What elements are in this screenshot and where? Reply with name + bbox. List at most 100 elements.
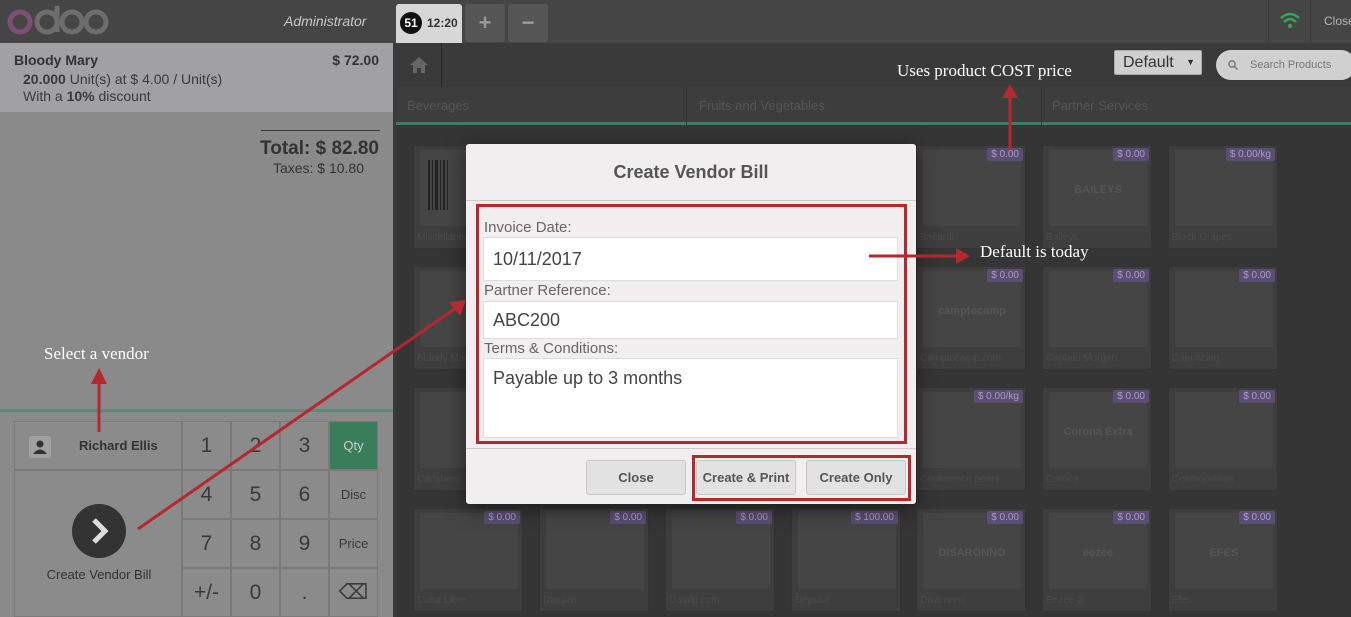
product-card[interactable]: Corona Extra $ 0.00 Corona	[1042, 387, 1152, 491]
search-placeholder: Search Products	[1250, 59, 1332, 71]
product-card[interactable]: BAILEYS $ 0.00 Baileys	[1042, 145, 1152, 249]
product-logo: BAILEYS	[1074, 184, 1122, 196]
product-price: $ 0.00	[1113, 390, 1149, 403]
partner-reference-field[interactable]: ABC200	[483, 301, 898, 339]
product-name: Datalp.com	[669, 595, 720, 606]
order-line-name: Bloody Mary	[14, 52, 99, 68]
product-name: Capuccino	[1172, 353, 1220, 364]
product-price: $ 0.00	[484, 511, 520, 524]
product-price: $ 0.00	[987, 269, 1023, 282]
mode-disc-button[interactable]: Disc	[329, 470, 378, 519]
numpad-key-1[interactable]: 1	[182, 421, 231, 470]
order-tab[interactable]: 51 12:20	[396, 4, 462, 43]
category-divider	[686, 87, 687, 125]
order-line-quantity: 20.000 Unit(s) at $ 4.00 / Unit(s)	[23, 71, 222, 87]
product-image	[923, 392, 1021, 468]
product-card[interactable]: camptocamp $ 0.00 Camptocamp.com	[916, 266, 1026, 370]
product-logo: DISARONNO	[938, 547, 1006, 559]
numpad-key-0[interactable]: 0	[231, 568, 280, 617]
product-price: $ 0.00	[610, 511, 646, 524]
product-logo: eezee	[1083, 547, 1113, 559]
mode-qty-button[interactable]: Qty	[329, 421, 378, 470]
product-name: Cosmopolitan	[1172, 474, 1234, 485]
category-beverages[interactable]: Beverages	[407, 99, 469, 112]
product-card[interactable]: $ 0.00 Datalp.com	[665, 508, 775, 612]
numpad-key-sign[interactable]: +/-	[182, 568, 231, 617]
product-card[interactable]: $ 100.00 Deposit	[791, 508, 901, 612]
product-card[interactable]: $ 0.00/kg Black Grapes	[1168, 145, 1278, 249]
create-vendor-bill-button[interactable]: Create Vendor Bill	[14, 470, 182, 617]
remove-order-button[interactable]: −	[508, 4, 548, 42]
mode-price-button[interactable]: Price	[329, 519, 378, 568]
pricelist-value: Default	[1123, 54, 1174, 71]
home-button[interactable]	[396, 43, 442, 87]
wifi-icon	[1280, 12, 1300, 29]
category-partner-services[interactable]: Partner Services	[1052, 99, 1148, 112]
set-customer-button[interactable]: Richard Ellis	[14, 421, 182, 470]
numpad-key-dot[interactable]: .	[280, 568, 329, 617]
numpad-key-8[interactable]: 8	[231, 519, 280, 568]
chevron-down-icon: ▼	[1186, 57, 1195, 67]
quantity-detail: Unit(s) at $ 4.00 / Unit(s)	[65, 71, 223, 87]
numpad-key-2[interactable]: 2	[231, 421, 280, 470]
chevron-right-icon	[72, 504, 126, 558]
annotation-default-today: Default is today	[980, 242, 1089, 261]
product-name: Eezee-It	[1046, 595, 1084, 606]
product-name: Daiquiri	[543, 595, 577, 606]
product-image	[923, 150, 1021, 226]
breadcrumb-bar: Default ▼ Search Products	[396, 43, 1351, 87]
order-time: 12:20	[427, 16, 458, 30]
close-session-button[interactable]: Close	[1324, 14, 1351, 28]
terms-conditions-textarea[interactable]: Payable up to 3 months	[483, 358, 898, 438]
numpad-key-7[interactable]: 7	[182, 519, 231, 568]
product-name: Carlsberg	[417, 474, 461, 485]
customer-name: Richard Ellis	[79, 438, 158, 453]
dialog-title: Create Vendor Bill	[613, 162, 769, 182]
product-card[interactable]: $ 0.00 Daiquiri	[539, 508, 649, 612]
product-image	[1175, 392, 1273, 468]
numpad-key-4[interactable]: 4	[182, 470, 231, 519]
backspace-icon[interactable]: ⌫	[329, 568, 378, 617]
product-image	[546, 513, 644, 589]
product-name: Bloody Mary	[417, 353, 473, 364]
product-logo: camptocamp	[938, 305, 1006, 317]
pad-divider	[0, 409, 393, 412]
top-bar: Administrator 51 12:20 + − Close	[0, 0, 1351, 43]
product-price: $ 0.00	[987, 148, 1023, 161]
product-name: Bacardi	[920, 232, 954, 243]
product-card[interactable]: $ 0.00 Captain Morgan	[1042, 266, 1152, 370]
numpad-key-6[interactable]: 6	[280, 470, 329, 519]
user-icon	[29, 436, 51, 458]
dialog-divider	[466, 200, 916, 201]
order-line[interactable]: Bloody Mary $ 72.00 20.000 Unit(s) at $ …	[0, 43, 393, 112]
pricelist-select[interactable]: Default ▼	[1114, 50, 1202, 75]
product-card[interactable]: eezee $ 0.00 Eezee-It	[1042, 508, 1152, 612]
product-logo: EFES	[1209, 547, 1239, 559]
close-button[interactable]: Close	[586, 460, 686, 495]
product-card[interactable]: $ 0.00/kg Conference pears	[916, 387, 1026, 491]
product-name: Cuba Libre	[417, 595, 466, 606]
product-card[interactable]: $ 0.00 Bacardi	[916, 145, 1026, 249]
category-fruits-vegetables[interactable]: Fruits and Vegetables	[699, 99, 825, 112]
total-divider	[261, 130, 380, 131]
numpad-key-3[interactable]: 3	[280, 421, 329, 470]
create-print-button[interactable]: Create & Print	[696, 460, 796, 495]
product-card[interactable]: $ 0.00 Cosmopolitan	[1168, 387, 1278, 491]
product-card[interactable]: EFES $ 0.00 Efes	[1168, 508, 1278, 612]
category-divider	[1041, 87, 1042, 125]
create-only-button[interactable]: Create Only	[806, 460, 906, 495]
product-card[interactable]: $ 0.00 Cuba Libre	[413, 508, 523, 612]
numpad-key-9[interactable]: 9	[280, 519, 329, 568]
order-pane: Bloody Mary $ 72.00 20.000 Unit(s) at $ …	[0, 43, 393, 617]
product-card[interactable]: DISARONNO $ 0.00 Disaronno	[916, 508, 1026, 612]
product-image	[672, 513, 770, 589]
product-name: Camptocamp.com	[920, 353, 1002, 364]
action-pad: Richard Ellis Create Vendor Bill 1 2 3 Q…	[14, 421, 380, 617]
product-image	[1049, 271, 1147, 347]
numpad-key-5[interactable]: 5	[231, 470, 280, 519]
invoice-date-field[interactable]: 10/11/2017	[483, 237, 898, 281]
product-card[interactable]: $ 0.00 Capuccino	[1168, 266, 1278, 370]
order-taxes: Taxes: $ 10.80	[272, 160, 364, 176]
add-order-button[interactable]: +	[465, 4, 505, 42]
search-input[interactable]: Search Products	[1216, 50, 1351, 80]
